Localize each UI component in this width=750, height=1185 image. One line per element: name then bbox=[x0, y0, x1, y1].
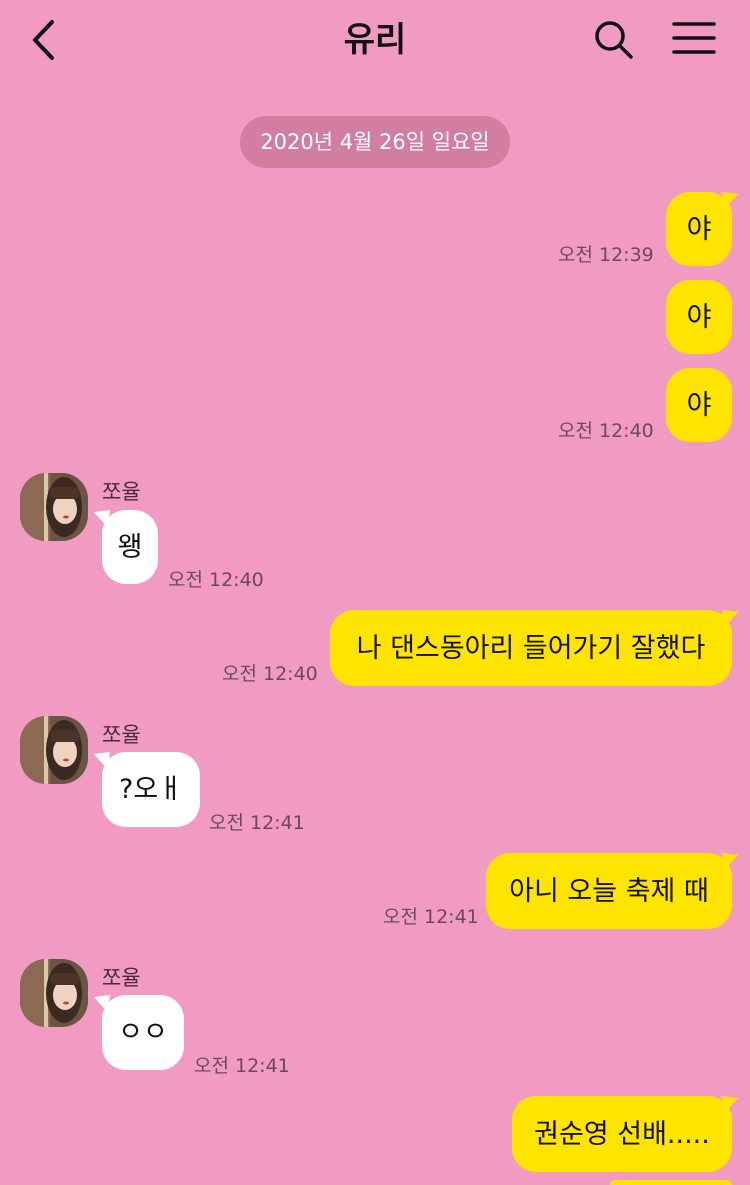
message-text: 야 bbox=[686, 389, 712, 421]
avatar[interactable] bbox=[20, 959, 88, 1027]
message-time: 오전 12:40 bbox=[558, 420, 654, 442]
message-text: 야 bbox=[686, 213, 712, 245]
message-text: 왱 bbox=[117, 531, 143, 563]
message-time: 오전 12:41 bbox=[209, 812, 305, 834]
message-time: 오전 12:40 bbox=[222, 663, 318, 685]
profile-photo bbox=[20, 716, 88, 784]
message-text: 권순영 선배..... bbox=[534, 1118, 710, 1150]
message-bubble-received[interactable]: 왱 bbox=[102, 510, 158, 584]
bubble-tail bbox=[722, 192, 738, 210]
chat-header: 유리 bbox=[0, 0, 750, 82]
message-bubble-received[interactable]: ?오ㅐ bbox=[102, 752, 200, 827]
date-separator: 2020년 4월 26일 일요일 bbox=[240, 116, 510, 168]
message-bubble-received[interactable]: ㅇㅇ bbox=[102, 995, 184, 1070]
message-text: ㅇㅇ bbox=[118, 1017, 168, 1048]
message-bubble-sent[interactable]: 아니 오늘 축제 때 bbox=[486, 853, 732, 929]
sender-name: 쪼율 bbox=[102, 723, 141, 747]
bubble-tail bbox=[722, 610, 738, 628]
back-button[interactable] bbox=[26, 18, 66, 62]
message-text: 아니 오늘 축제 때 bbox=[509, 875, 709, 907]
menu-icon bbox=[672, 22, 716, 54]
sender-name: 쪼율 bbox=[102, 966, 141, 990]
message-text: ?오ㅐ bbox=[118, 774, 183, 805]
message-bubble-sent[interactable]: 야 bbox=[666, 280, 732, 354]
message-time: 오전 12:39 bbox=[558, 244, 654, 266]
profile-photo bbox=[20, 473, 88, 541]
bubble-tail bbox=[722, 1096, 738, 1114]
message-bubble-sent[interactable]: 권순영 선배..... bbox=[512, 1096, 732, 1172]
message-time: 오전 12:41 bbox=[383, 906, 479, 928]
message-bubble-sent[interactable]: 나 댄스동아리 들어가기 잘했다 bbox=[330, 610, 732, 686]
bubble-tail bbox=[94, 510, 110, 528]
sender-name: 쪼율 bbox=[102, 480, 141, 504]
avatar[interactable] bbox=[20, 716, 88, 784]
message-text: 야 bbox=[686, 301, 712, 333]
message-bubble-sent[interactable]: 야 bbox=[666, 368, 732, 442]
menu-button[interactable] bbox=[672, 20, 716, 60]
message-time: 오전 12:40 bbox=[168, 569, 264, 591]
message-text: 나 댄스동아리 들어가기 잘했다 bbox=[356, 632, 706, 664]
back-chevron-icon bbox=[33, 20, 54, 60]
search-icon bbox=[595, 21, 633, 59]
message-time: 오전 12:41 bbox=[194, 1055, 290, 1077]
message-bubble-sent-partial[interactable] bbox=[610, 1180, 732, 1185]
profile-photo bbox=[20, 959, 88, 1027]
chat-title: 유리 bbox=[343, 20, 407, 60]
bubble-tail bbox=[722, 853, 738, 871]
search-button[interactable] bbox=[592, 18, 636, 62]
avatar[interactable] bbox=[20, 473, 88, 541]
bubble-tail bbox=[94, 752, 110, 770]
bubble-tail bbox=[94, 995, 110, 1013]
